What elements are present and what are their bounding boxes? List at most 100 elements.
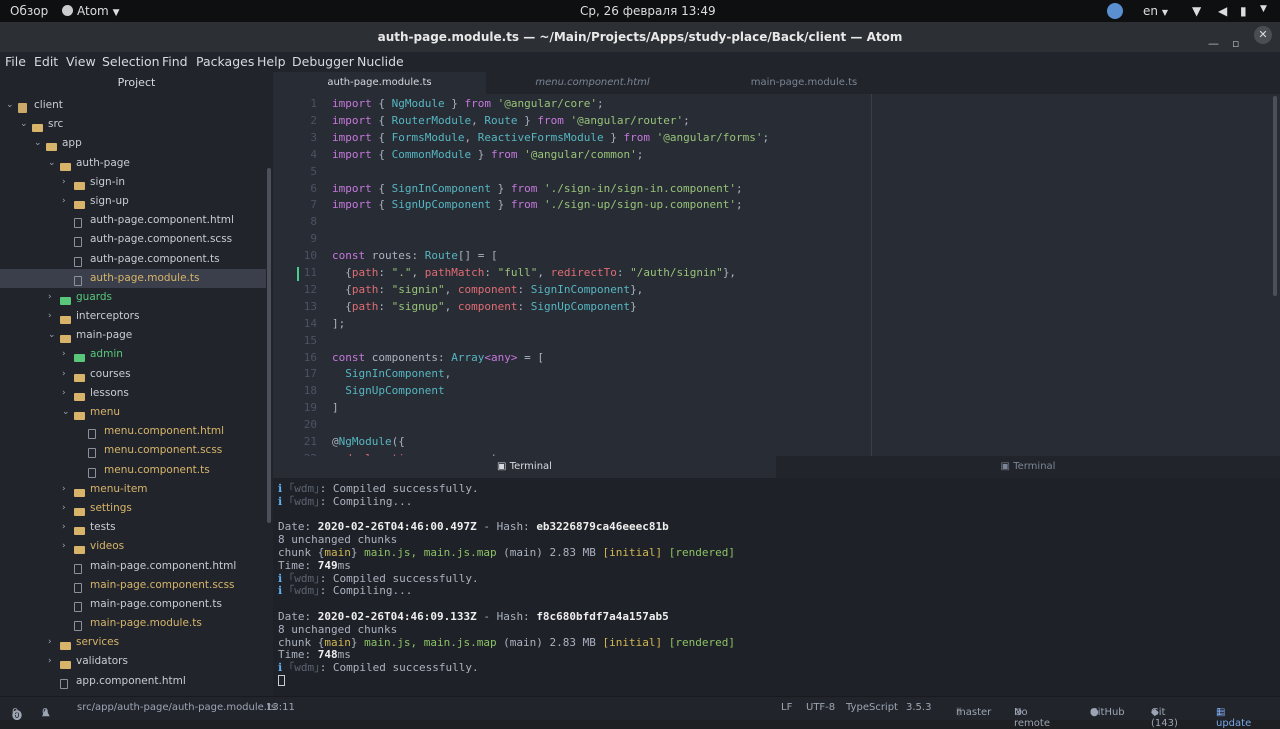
- code-line[interactable]: import { CommonModule } from '@angular/c…: [332, 148, 643, 161]
- tree-folder-item[interactable]: › videos: [0, 537, 266, 556]
- chevron-right-icon[interactable]: ›: [62, 365, 66, 384]
- tab-menu-component-html[interactable]: menu.component.html: [486, 72, 699, 94]
- editor-scrollbar[interactable]: [1273, 96, 1277, 296]
- tree-file-item[interactable]: auth-page.module.ts: [0, 268, 266, 288]
- tree-file-item[interactable]: app.component.html: [0, 672, 266, 691]
- tab-auth-page-module[interactable]: auth-page.module.ts: [273, 72, 486, 94]
- tree-folder-item[interactable]: › interceptors: [0, 307, 266, 326]
- tree-folder-item[interactable]: › admin: [0, 345, 266, 364]
- chevron-right-icon[interactable]: ›: [62, 518, 66, 537]
- tree-folder-item[interactable]: › sign-up: [0, 192, 266, 211]
- chevron-right-icon[interactable]: ›: [48, 633, 52, 652]
- chrome-icon[interactable]: [1107, 3, 1123, 19]
- menu-packages[interactable]: Packages: [196, 54, 254, 69]
- tree-file-item[interactable]: main-page.component.html: [0, 557, 266, 576]
- tree-folder-item[interactable]: ⌄ main-page: [0, 326, 266, 345]
- tree-file-item[interactable]: menu.component.ts: [0, 461, 266, 480]
- tree-folder-item[interactable]: › settings: [0, 499, 266, 518]
- tree-folder-item[interactable]: ⌄ app: [0, 134, 266, 153]
- chevron-right-icon[interactable]: ›: [48, 288, 52, 307]
- terminal-tab-1[interactable]: ▣ Terminal: [273, 456, 776, 478]
- chevron-down-icon[interactable]: ⌄: [62, 403, 70, 422]
- battery-icon[interactable]: ▮: [1240, 4, 1247, 18]
- tree-folder-item[interactable]: ⌄ menu: [0, 403, 266, 422]
- close-button[interactable]: ✕: [1254, 26, 1272, 44]
- tree-file-item[interactable]: auth-page.component.html: [0, 211, 266, 230]
- code-line[interactable]: ];: [332, 317, 345, 330]
- tree-folder-item[interactable]: ⌄ src: [0, 115, 266, 134]
- chevron-down-icon[interactable]: ⌄: [20, 115, 28, 134]
- activities-button[interactable]: Обзор: [10, 4, 48, 18]
- code-line[interactable]: {path: "signup", component: SignUpCompon…: [332, 300, 636, 313]
- menu-debugger[interactable]: Debugger: [292, 54, 354, 69]
- tree-file-item[interactable]: menu.component.html: [0, 422, 266, 441]
- tree-folder-item[interactable]: › guards: [0, 288, 266, 307]
- tree-file-item[interactable]: auth-page.component.ts: [0, 250, 266, 269]
- language-indicator[interactable]: en ▼: [1143, 4, 1168, 18]
- tree-folder-item[interactable]: › sign-in: [0, 173, 266, 192]
- tree-file-item[interactable]: main-page.component.scss: [0, 576, 266, 595]
- menu-help[interactable]: Help: [257, 54, 286, 69]
- chevron-down-icon[interactable]: ⌄: [34, 134, 42, 153]
- chevron-down-icon[interactable]: ⌄: [6, 96, 14, 115]
- chevron-right-icon[interactable]: ›: [62, 499, 66, 518]
- code-line[interactable]: {path: ".", pathMatch: "full", redirectT…: [332, 266, 736, 279]
- chevron-right-icon[interactable]: ›: [62, 384, 66, 403]
- code-line[interactable]: import { RouterModule, Route } from '@an…: [332, 114, 690, 127]
- clock[interactable]: Ср, 26 февраля 13:49: [580, 4, 716, 18]
- chevron-down-icon[interactable]: ⌄: [48, 326, 56, 345]
- chevron-right-icon[interactable]: ›: [62, 345, 66, 364]
- tree-file-item[interactable]: main-page.module.ts: [0, 614, 266, 633]
- code-line[interactable]: import { NgModule } from '@angular/core'…: [332, 97, 604, 110]
- code-line[interactable]: SignInComponent,: [332, 367, 451, 380]
- terminal-prompt[interactable]: [278, 674, 1280, 688]
- chevron-right-icon[interactable]: ›: [62, 173, 66, 192]
- code-line[interactable]: import { SignUpComponent } from './sign-…: [332, 198, 743, 211]
- tree-folder-item[interactable]: › validators: [0, 652, 266, 671]
- tree-file-item[interactable]: auth-page.component.scss: [0, 230, 266, 249]
- code-line[interactable]: @NgModule({: [332, 435, 405, 448]
- menu-nuclide[interactable]: Nuclide: [357, 54, 404, 69]
- code-line[interactable]: import { SignInComponent } from './sign-…: [332, 182, 743, 195]
- terminal-tab-2[interactable]: ▣ Terminal: [776, 456, 1280, 478]
- wifi-icon[interactable]: ▼: [1192, 4, 1201, 18]
- code-line[interactable]: SignUpComponent: [332, 384, 444, 397]
- cursor-position[interactable]: 13:11: [266, 702, 295, 713]
- file-path[interactable]: src/app/auth-page/auth-page.module.ts: [77, 702, 276, 713]
- tree-folder-item[interactable]: › tests: [0, 518, 266, 537]
- tree-folder-item[interactable]: › courses: [0, 365, 266, 384]
- tree-folder-item[interactable]: ⌄ client: [0, 96, 266, 115]
- code-line[interactable]: const components: Array<any> = [: [332, 351, 544, 364]
- tree-folder-item[interactable]: › lessons: [0, 384, 266, 403]
- file-encoding[interactable]: UTF-8: [806, 702, 835, 713]
- chevron-right-icon[interactable]: ›: [62, 192, 66, 211]
- chevron-right-icon[interactable]: ›: [48, 652, 52, 671]
- tree-file-item[interactable]: menu.component.scss: [0, 441, 266, 460]
- menu-file[interactable]: File: [5, 54, 26, 69]
- menu-find[interactable]: Find: [162, 54, 188, 69]
- grammar-selector[interactable]: TypeScript: [846, 702, 898, 713]
- code-editor[interactable]: 1 import { NgModule } from '@angular/core…: [273, 94, 1280, 456]
- tree-scrollbar[interactable]: [267, 168, 271, 523]
- code-line[interactable]: import { FormsModule, ReactiveFormsModul…: [332, 131, 769, 144]
- line-ending[interactable]: LF: [781, 702, 792, 713]
- terminal-output[interactable]: ℹ ｢wdm｣: Compiled successfully. ℹ ｢wdm｣: …: [273, 478, 1280, 696]
- code-line[interactable]: const routes: Route[] = [: [332, 249, 498, 262]
- tree-folder-item[interactable]: ⌄ auth-page: [0, 154, 266, 173]
- code-line[interactable]: {path: "signin", component: SignInCompon…: [332, 283, 643, 296]
- chevron-down-icon[interactable]: ▼: [1260, 4, 1267, 14]
- volume-icon[interactable]: ◀: [1218, 4, 1227, 18]
- chevron-right-icon[interactable]: ›: [48, 307, 52, 326]
- tree-folder-item[interactable]: › menu-item: [0, 480, 266, 499]
- tree-file-item[interactable]: main-page.component.ts: [0, 595, 266, 614]
- menu-selection[interactable]: Selection: [102, 54, 160, 69]
- menu-edit[interactable]: Edit: [34, 54, 58, 69]
- menu-view[interactable]: View: [66, 54, 96, 69]
- chevron-right-icon[interactable]: ›: [62, 537, 66, 556]
- tab-main-page-module[interactable]: main-page.module.ts: [699, 72, 909, 94]
- chevron-right-icon[interactable]: ›: [62, 480, 66, 499]
- typescript-version[interactable]: 3.5.3: [906, 702, 931, 713]
- chevron-down-icon[interactable]: ⌄: [48, 154, 56, 173]
- code-line[interactable]: ]: [332, 401, 339, 414]
- app-menu[interactable]: Atom ▼: [62, 4, 119, 18]
